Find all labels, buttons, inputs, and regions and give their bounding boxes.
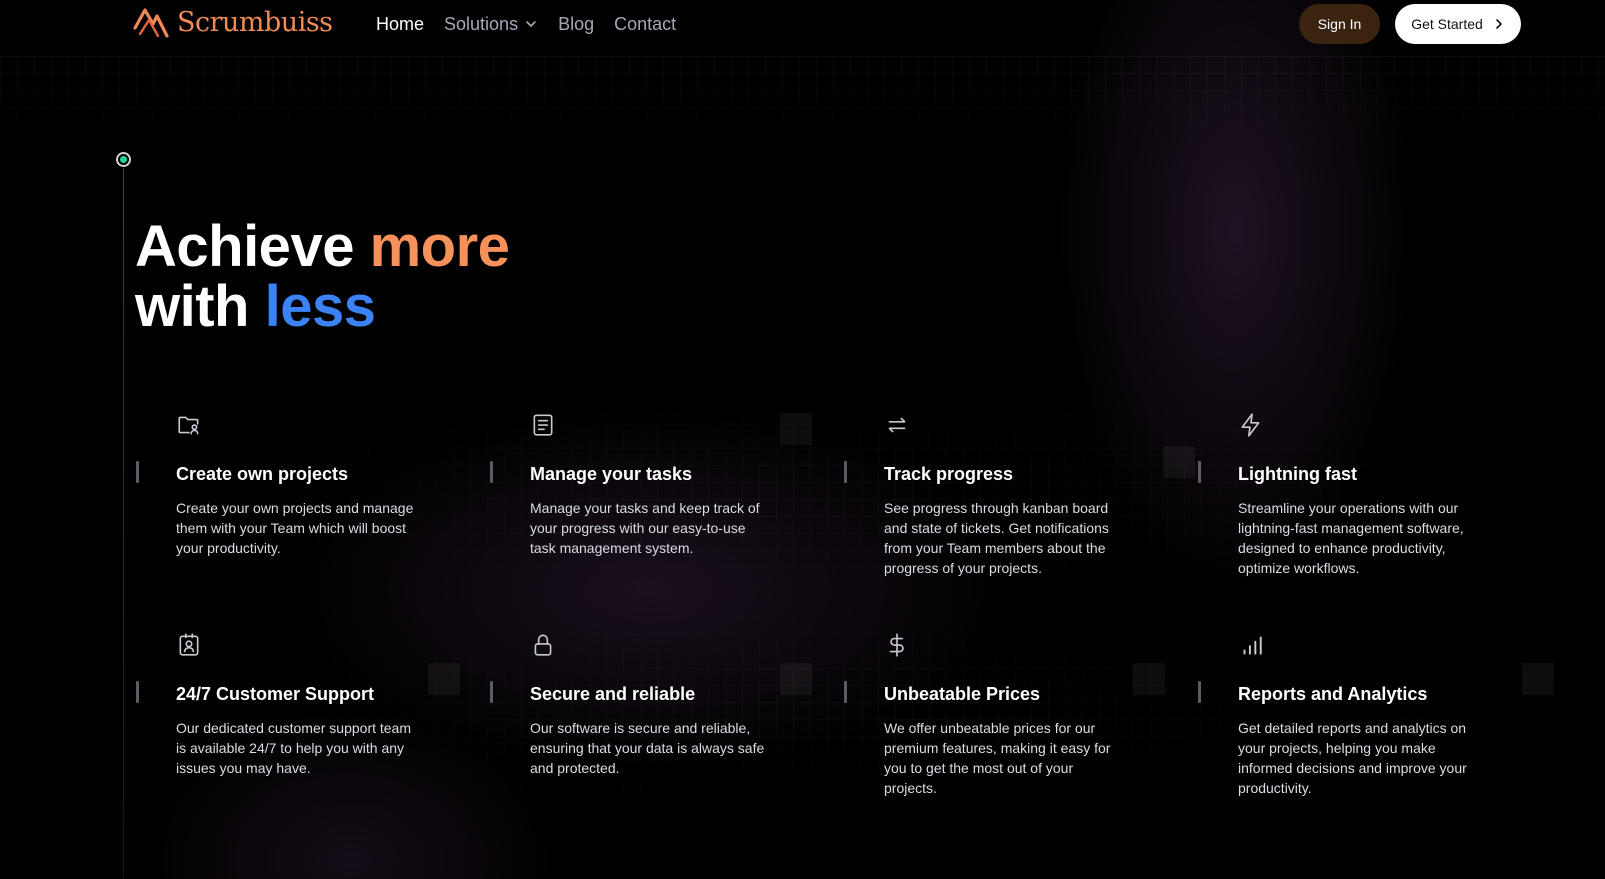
feature-title: Secure and reliable [530, 684, 696, 704]
brand-logo[interactable]: Scrumbuiss [131, 2, 333, 42]
timeline-dot-center [120, 156, 127, 163]
user-badge-icon [179, 633, 199, 656]
lock-icon [534, 634, 552, 656]
chevron-down-icon [526, 21, 536, 27]
feature-card: Manage your tasks Manage your tasks and … [490, 414, 844, 635]
feature-description: Our dedicated customer support team is a… [176, 720, 412, 776]
arrows-left-right-icon [888, 417, 906, 433]
feature-accent-bar [1198, 681, 1201, 703]
feature-description: We offer unbeatable prices for our premi… [884, 720, 1111, 796]
feature-title: Lightning fast [1238, 464, 1357, 484]
nav-links: Home Solutions Blog Contact [376, 12, 676, 36]
feature-title: Create own projects [176, 464, 349, 484]
brand-name: Scrumbuiss [177, 6, 333, 38]
feature-accent-bar [136, 461, 139, 483]
get-started-label: Get Started [1411, 16, 1483, 32]
note-icon [533, 414, 553, 436]
hero-line-1: Achieve more [135, 214, 510, 279]
get-started-button[interactable]: Get Started [1395, 4, 1521, 44]
bar-chart-icon [1243, 636, 1262, 655]
feature-card: Track progress See progress through kanb… [844, 415, 1198, 635]
hero-line-2: with less [135, 277, 509, 337]
header-grid-background [0, 56, 1605, 140]
brand-logo-icon [133, 8, 169, 38]
hero-word-achieve: Achieve [135, 214, 370, 279]
feature-description: Our software is secure and reliable, ens… [530, 720, 765, 776]
feature-card: Create own projects Create your own proj… [136, 415, 490, 635]
feature-card: Lightning fast Streamline your operation… [1198, 413, 1552, 635]
feature-card: 24/7 Customer Support Our dedicated cust… [136, 633, 490, 855]
feature-description: Streamline your operations with our ligh… [1238, 500, 1464, 576]
feature-accent-bar [490, 681, 493, 703]
feature-accent-bar [1198, 461, 1201, 483]
feature-card: Secure and reliable Our software is secu… [490, 634, 844, 855]
lightning-icon [1241, 413, 1260, 437]
feature-description: Get detailed reports and analytics on yo… [1238, 720, 1467, 796]
folder-user-icon [178, 416, 199, 435]
feature-accent-bar [136, 681, 139, 703]
sign-in-button[interactable]: Sign In [1299, 4, 1380, 44]
nav-link-solutions[interactable]: Solutions [444, 12, 538, 36]
nav-link-solutions-label: Solutions [444, 14, 519, 34]
feature-description: Manage your tasks and keep track of your… [530, 500, 760, 556]
timeline-dot [116, 152, 131, 167]
nav-link-home[interactable]: Home [376, 12, 424, 36]
dollar-icon [889, 633, 904, 657]
feature-description: Create your own projects and manage them… [176, 500, 414, 556]
feature-title: Reports and Analytics [1238, 684, 1428, 704]
timeline-line [123, 168, 124, 879]
feature-title: 24/7 Customer Support [176, 684, 375, 704]
feature-title: Manage your tasks [530, 464, 693, 484]
features-grid: Create own projects Create your own proj… [136, 413, 1556, 855]
feature-title: Track progress [884, 464, 1014, 484]
feature-title: Unbeatable Prices [884, 684, 1041, 704]
feature-card: Reports and Analytics Get detailed repor… [1198, 635, 1552, 855]
top-navbar: Scrumbuiss Home Solutions Blog Contact S… [0, 0, 1605, 56]
feature-card: Unbeatable Prices We offer unbeatable pr… [844, 633, 1198, 855]
hero-word-less: less [264, 274, 376, 339]
hero-title: Achieve more with less [135, 214, 510, 337]
landing-page: Scrumbuiss Home Solutions Blog Contact S… [0, 0, 1605, 879]
hero-word-with: with [135, 274, 265, 339]
nav-link-blog[interactable]: Blog [558, 12, 594, 36]
nav-link-contact[interactable]: Contact [614, 12, 676, 36]
feature-accent-bar [844, 681, 847, 703]
chevron-right-icon [1495, 19, 1502, 29]
feature-accent-bar [844, 461, 847, 483]
hero-word-more: more [369, 214, 510, 279]
feature-description: See progress through kanban board and st… [884, 500, 1109, 576]
feature-accent-bar [490, 461, 493, 483]
